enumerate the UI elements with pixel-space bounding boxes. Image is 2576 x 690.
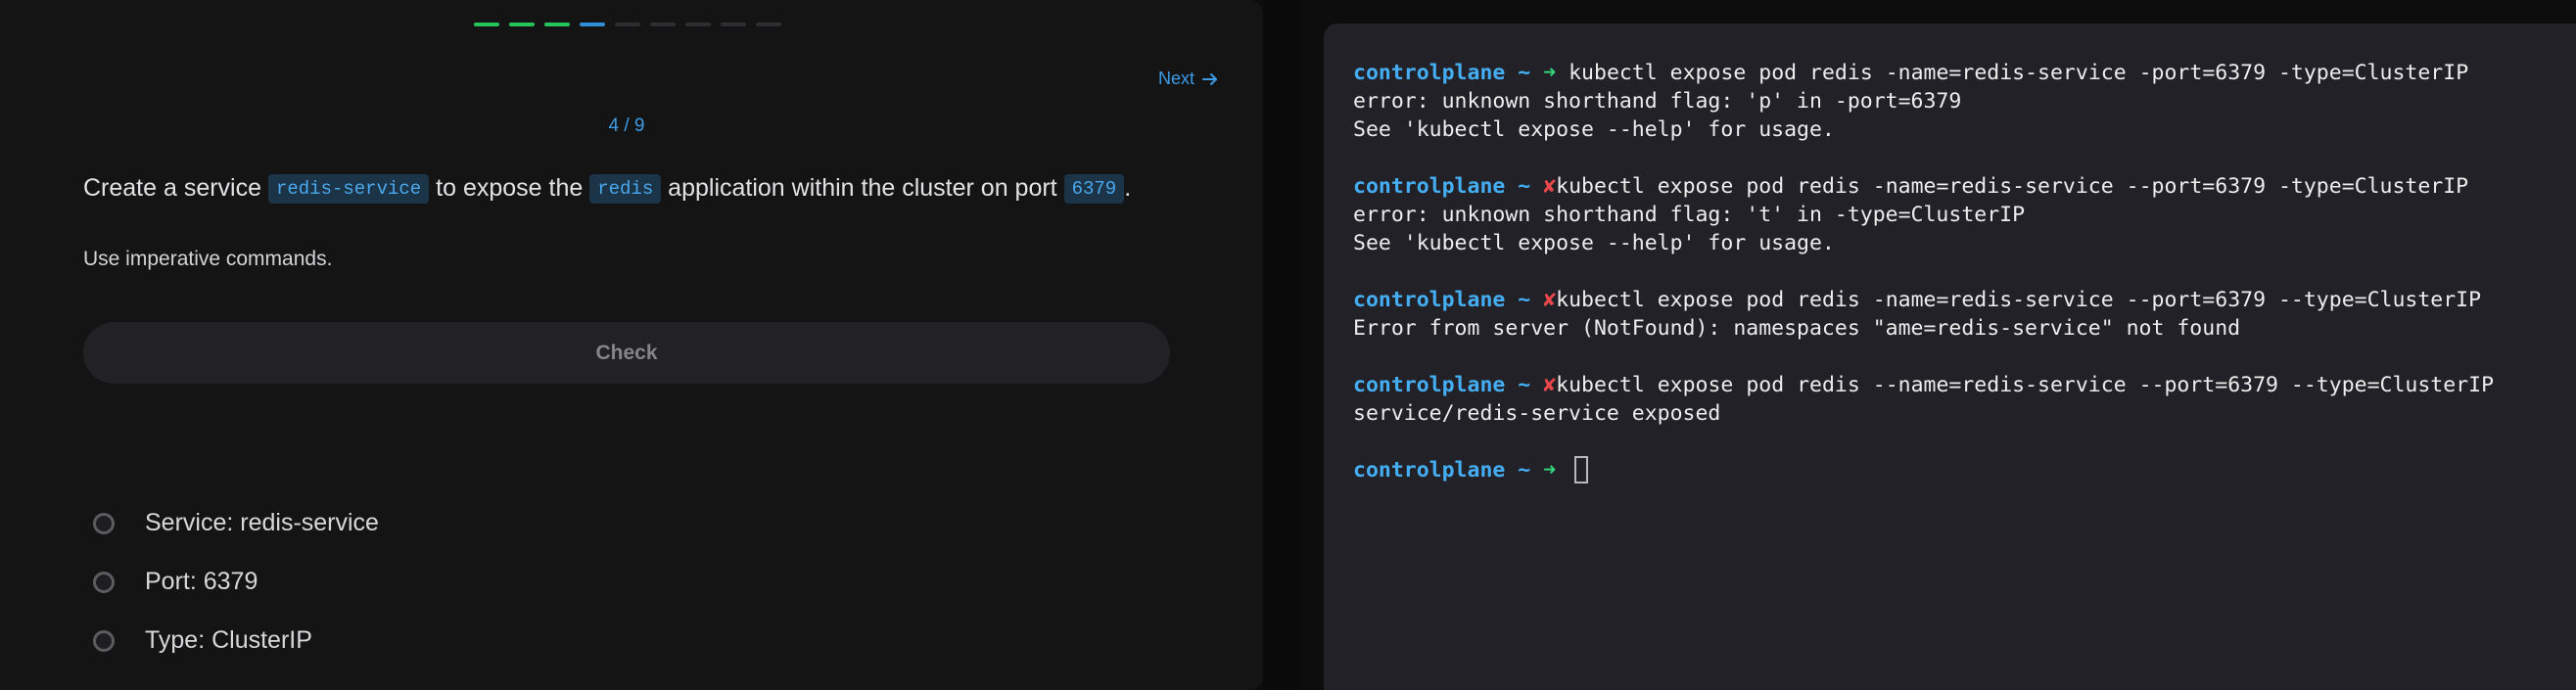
terminal-cursor[interactable] (1574, 456, 1589, 483)
progress-segment (474, 23, 499, 26)
checklist-item: Type: ClusterIP (93, 626, 312, 655)
prompt-error-icon: ✘ (1543, 288, 1557, 312)
terminal-output-line: See 'kubectl expose --help' for usage. (1353, 231, 1835, 255)
instruction-text: Use imperative commands. (83, 248, 333, 270)
question-part: . (1124, 174, 1132, 202)
inline-code: redis-service (267, 174, 430, 204)
prompt-host: controlplane (1353, 458, 1506, 483)
status-circle-icon (93, 571, 115, 593)
terminal-prompt-line: controlplane ~ ➜ kubectl expose pod redi… (1353, 59, 2576, 87)
prompt-path: ~ (1518, 288, 1531, 312)
terminal-output-line: Error from server (NotFound): namespaces… (1353, 316, 2241, 341)
prompt-path: ~ (1518, 174, 1531, 199)
inline-code: redis (589, 174, 662, 204)
terminal-prompt-line: controlplane ~ ✘kubectl expose pod redis… (1353, 172, 2576, 201)
prompt-host: controlplane (1353, 61, 1506, 85)
progress-bar (474, 23, 781, 26)
checklist-item-label: Service: redis-service (145, 509, 379, 536)
status-circle-icon (93, 512, 115, 534)
checklist-item: Port: 6379 (93, 568, 258, 596)
terminal-output-line: service/redis-service exposed (1353, 401, 1721, 426)
terminal-command: kubectl expose pod redis -name=redis-ser… (1556, 174, 2469, 199)
step-counter: 4 / 9 (608, 115, 645, 136)
progress-segment (721, 23, 746, 26)
terminal-output-line: error: unknown shorthand flag: 'p' in -p… (1353, 89, 1962, 114)
inline-code: 6379 (1063, 174, 1125, 204)
next-label: Next (1158, 69, 1195, 88)
progress-segment (756, 23, 781, 26)
terminal-prompt-line: controlplane ~ ✘kubectl expose pod redis… (1353, 286, 2576, 314)
progress-segment (580, 23, 605, 26)
terminal-command: kubectl expose pod redis --name=redis-se… (1556, 373, 2495, 397)
terminal-prompt-line: controlplane ~ ➜ (1353, 456, 2576, 484)
prompt-path: ~ (1518, 61, 1531, 85)
arrow-right-icon (1202, 72, 1218, 85)
progress-segment (544, 23, 570, 26)
question-text: Create a service redis-service to expose… (83, 174, 1131, 204)
prompt-path: ~ (1518, 458, 1531, 483)
terminal-command: kubectl expose pod redis -name=redis-ser… (1556, 288, 2482, 312)
terminal-output-line: error: unknown shorthand flag: 't' in -t… (1353, 203, 2026, 227)
terminal-prompt-line: controlplane ~ ✘kubectl expose pod redis… (1353, 371, 2576, 399)
prompt-arrow-icon: ➜ (1543, 458, 1557, 483)
prompt-host: controlplane (1353, 288, 1506, 312)
checklist-item: Service: redis-service (93, 509, 379, 537)
question-part: application within the cluster on port (661, 174, 1064, 202)
progress-segment (685, 23, 711, 26)
prompt-host: controlplane (1353, 373, 1506, 397)
progress-segment (509, 23, 535, 26)
terminal-pane: controlplane ~ ➜ kubectl expose pod redi… (1300, 0, 2576, 690)
terminal[interactable]: controlplane ~ ➜ kubectl expose pod redi… (1324, 23, 2576, 690)
prompt-error-icon: ✘ (1543, 174, 1557, 199)
lesson-panel: Next 4 / 9 Create a service redis-servic… (0, 0, 1263, 690)
prompt-arrow-icon: ➜ (1543, 61, 1557, 85)
prompt-host: controlplane (1353, 174, 1506, 199)
question-part: Create a service (83, 174, 268, 202)
question-part: to expose the (429, 174, 590, 202)
checklist-item-label: Type: ClusterIP (145, 626, 312, 654)
progress-segment (650, 23, 676, 26)
terminal-output-line: See 'kubectl expose --help' for usage. (1353, 117, 1835, 142)
check-button[interactable]: Check (83, 322, 1170, 384)
prompt-path: ~ (1518, 373, 1531, 397)
prompt-error-icon: ✘ (1543, 373, 1557, 397)
next-button[interactable]: Next (1158, 69, 1220, 89)
progress-segment (615, 23, 640, 26)
checklist-item-label: Port: 6379 (145, 568, 258, 595)
status-circle-icon (93, 629, 115, 652)
panel-divider[interactable] (1263, 0, 1300, 690)
terminal-command: kubectl expose pod redis -name=redis-ser… (1569, 61, 2469, 85)
